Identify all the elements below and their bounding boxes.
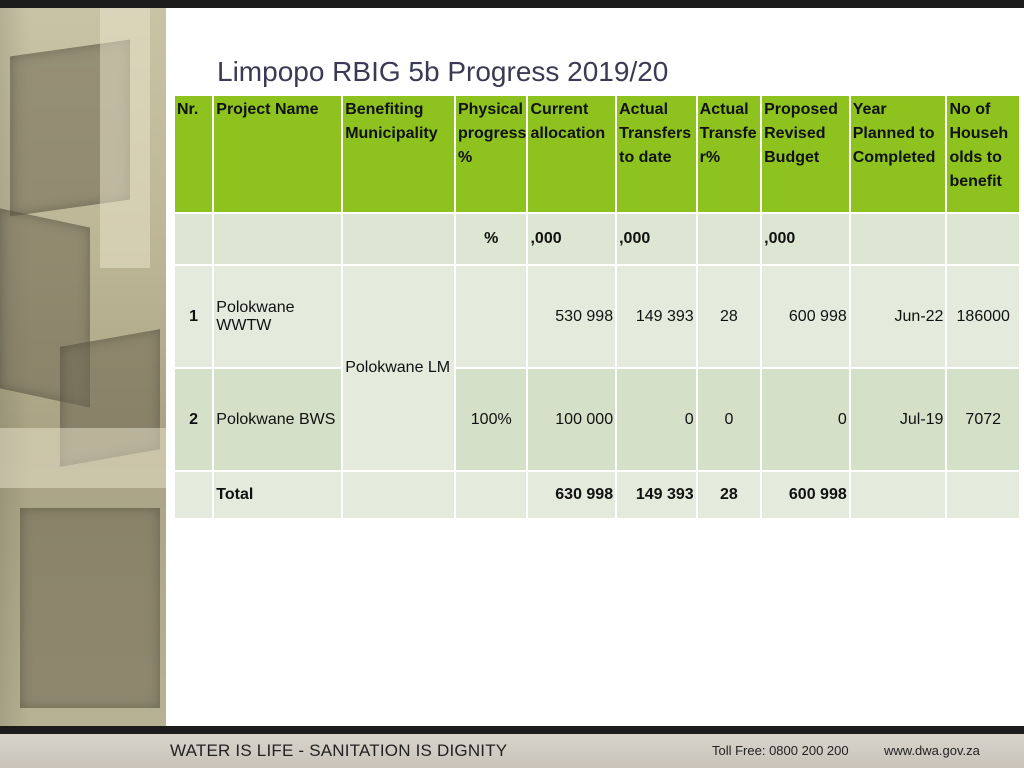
table-row: 1 Polokwane WWTW Polokwane LM 530 998 14…	[175, 266, 1019, 470]
footer-toll-free: Toll Free: 0800 200 200	[712, 743, 849, 758]
row-municipality: Polokwane LM	[343, 266, 454, 470]
table-row: 2 Polokwane BWS 100% 100 000 0 0 0 Jul-1…	[175, 369, 1019, 470]
slide-title: Limpopo RBIG 5b Progress 2019/20	[217, 56, 669, 87]
col-header-municipality: Benefiting Municipality	[343, 96, 454, 212]
total-cell	[343, 472, 454, 518]
col-header-project-name: Project Name	[214, 96, 342, 212]
units-row: % ,000 ,000 ,000	[175, 214, 1019, 264]
footer-slogan: WATER IS LIFE - SANITATION IS DIGNITY	[170, 741, 508, 760]
total-cell	[850, 472, 946, 518]
total-label: Total	[214, 472, 342, 518]
col-header-households: No of Househ olds to benefit	[947, 96, 1019, 212]
bottom-border	[0, 726, 1024, 734]
row-project-name: Polokwane BWS	[214, 369, 342, 470]
col-header-physical-progress: Physical progress %	[455, 96, 527, 212]
units-cell	[850, 214, 946, 264]
total-cell	[947, 472, 1019, 518]
footer: WATER IS LIFE - SANITATION IS DIGNITY To…	[0, 734, 1024, 768]
total-transfer-percent: 28	[697, 472, 761, 518]
total-cell	[175, 472, 213, 518]
col-header-actual-transfers: Actual Transfers to date	[617, 96, 696, 212]
row-proposed-budget: 600 998	[762, 266, 849, 367]
row-current-allocation: 530 998	[528, 266, 616, 367]
total-budget: 600 998	[762, 472, 849, 518]
unit-allocation: ,000	[528, 214, 616, 264]
row-physical-progress: 100%	[455, 369, 527, 470]
total-row: Total 630 998 149 393 28 600 998	[175, 472, 1019, 518]
row-households: 7072	[947, 369, 1019, 470]
top-border	[0, 0, 1024, 8]
row-year-completed: Jun-22	[850, 266, 946, 367]
row-households: 186000	[947, 266, 1019, 367]
row-transfer-percent: 0	[697, 369, 761, 470]
units-cell	[697, 214, 761, 264]
row-current-allocation: 100 000	[528, 369, 616, 470]
footer-website-link[interactable]: www.dwa.gov.za	[884, 743, 980, 758]
col-header-year-completed: Year Planned to Completed	[850, 96, 946, 212]
total-cell	[455, 472, 527, 518]
units-cell	[343, 214, 454, 264]
row-nr: 1	[175, 266, 213, 367]
col-header-transfer-percent: Actual Transfe r%	[697, 96, 761, 212]
units-cell	[214, 214, 342, 264]
total-transfers: 149 393	[617, 472, 696, 518]
unit-transfers: ,000	[617, 214, 696, 264]
row-project-name: Polokwane WWTW	[214, 266, 342, 367]
row-year-completed: Jul-19	[850, 369, 946, 470]
units-cell	[947, 214, 1019, 264]
unit-physical: %	[455, 214, 527, 264]
row-actual-transfers: 0	[617, 369, 696, 470]
header-row: Nr. Project Name Benefiting Municipality…	[175, 96, 1019, 212]
row-nr: 2	[175, 369, 213, 470]
col-header-nr: Nr.	[175, 96, 213, 212]
row-physical-progress	[455, 266, 527, 367]
row-transfer-percent: 28	[697, 266, 761, 367]
progress-table: Nr. Project Name Benefiting Municipality…	[173, 94, 1021, 520]
col-header-current-allocation: Current allocation	[528, 96, 616, 212]
row-actual-transfers: 149 393	[617, 266, 696, 367]
row-proposed-budget: 0	[762, 369, 849, 470]
total-allocation: 630 998	[528, 472, 616, 518]
col-header-proposed-budget: Proposed Revised Budget	[762, 96, 849, 212]
unit-budget: ,000	[762, 214, 849, 264]
units-cell	[175, 214, 213, 264]
decorative-building-photo	[0, 8, 166, 726]
